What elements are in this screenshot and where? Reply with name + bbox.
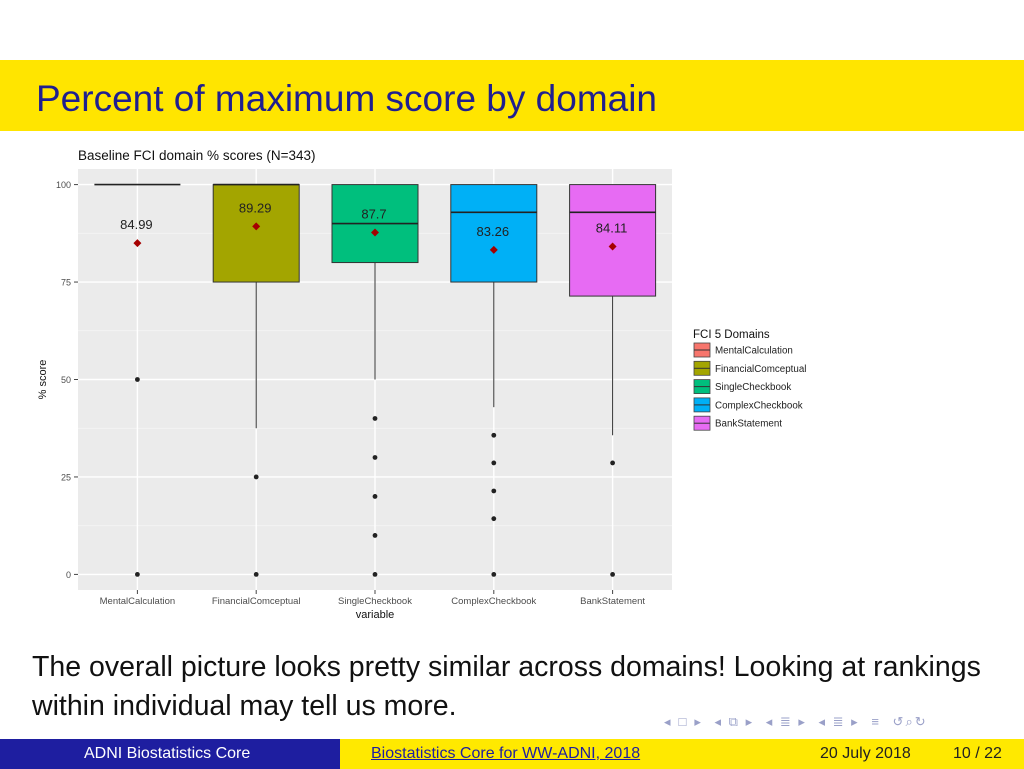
x-tick-label: ComplexCheckbook bbox=[451, 596, 536, 607]
footer-center: Biostatistics Core for WW-ADNI, 2018 bbox=[340, 739, 681, 769]
x-tick-label: MentalCalculation bbox=[100, 596, 176, 607]
mean-label: 84.99 bbox=[120, 217, 153, 232]
boxplot-chart: 0 25 50 75 100 84.99 MentalCalculation 89.29 Fin… bbox=[37, 148, 806, 621]
frame-icon[interactable]: □ bbox=[679, 714, 689, 729]
outlier-point bbox=[610, 572, 615, 577]
outlier-point bbox=[491, 432, 497, 438]
subsection-icon[interactable]: ◂ ≣ ▸ bbox=[766, 714, 807, 729]
mean-label: 84.11 bbox=[596, 221, 628, 236]
footer-right: 20 July 2018 10 / 22 bbox=[681, 739, 1024, 769]
outlier-point bbox=[372, 572, 378, 577]
outlier-point bbox=[491, 488, 497, 494]
section-icon[interactable]: ◂ ≣ ▸ bbox=[819, 714, 860, 729]
legend-label: BankStatement bbox=[715, 419, 782, 430]
footer-date: 20 July 2018 bbox=[820, 745, 911, 762]
chart-title: Baseline FCI domain % scores (N=343) bbox=[78, 148, 315, 163]
x-axis-label: variable bbox=[356, 609, 395, 621]
outlier-point bbox=[135, 377, 140, 382]
footer-left: ADNI Biostatistics Core bbox=[0, 739, 340, 769]
outlier-point bbox=[491, 460, 497, 466]
legend-label: MentalCalculation bbox=[715, 346, 793, 357]
prev-arrow-icon[interactable]: ◂ bbox=[664, 714, 673, 729]
footer: ADNI Biostatistics Core Biostatistics Co… bbox=[0, 739, 1024, 769]
outlier-point bbox=[253, 474, 259, 480]
y-tick-label: 25 bbox=[61, 472, 71, 482]
outlier-point bbox=[491, 572, 497, 577]
x-tick-label: BankStatement bbox=[580, 596, 645, 607]
y-axis-label: % score bbox=[37, 360, 49, 400]
y-tick-label: 100 bbox=[56, 180, 71, 190]
beamer-navigation[interactable]: ◂ □ ▸ ◂ ⧉ ▸ ◂ ≣ ▸ ◂ ≣ ▸ ≡ ↺⌕↻ bbox=[664, 714, 934, 730]
mean-label: 83.26 bbox=[477, 224, 510, 239]
y-tick-label: 50 bbox=[61, 375, 71, 385]
next-arrow-icon[interactable]: ▸ bbox=[694, 714, 703, 729]
legend-title: FCI 5 Domains bbox=[693, 329, 770, 341]
box-FinancialComceptual bbox=[212, 184, 300, 283]
legend-label: FinancialComceptual bbox=[715, 364, 806, 375]
mean-label: 87.7 bbox=[361, 207, 386, 222]
box-BankStatement bbox=[569, 184, 657, 297]
y-tick-label: 0 bbox=[66, 570, 71, 580]
outlier-point bbox=[372, 455, 378, 460]
outlier-point bbox=[491, 516, 497, 522]
outlier-point bbox=[135, 572, 140, 577]
mean-label: 89.29 bbox=[239, 200, 272, 215]
search-icon[interactable]: ↺⌕↻ bbox=[893, 714, 928, 729]
align-icon[interactable]: ≡ bbox=[871, 714, 881, 729]
outlier-point bbox=[610, 460, 615, 466]
outlier-point bbox=[372, 533, 378, 538]
x-tick-label: FinancialComceptual bbox=[212, 596, 301, 607]
x-tick-label: SingleCheckbook bbox=[338, 596, 412, 607]
legend-label: SingleCheckbook bbox=[715, 382, 791, 393]
legend-label: ComplexCheckbook bbox=[715, 400, 803, 411]
footer-author: ADNI Biostatistics Core bbox=[84, 745, 251, 762]
outlier-point bbox=[253, 572, 259, 577]
footer-title-link[interactable]: Biostatistics Core for WW-ADNI, 2018 bbox=[371, 745, 640, 763]
footer-page-number: 10 / 22 bbox=[953, 745, 1002, 762]
outlier-point bbox=[372, 494, 378, 499]
y-tick-label: 75 bbox=[61, 278, 71, 288]
outlier-point bbox=[372, 416, 378, 421]
prev-frame-icon[interactable]: ◂ ⧉ ▸ bbox=[715, 714, 755, 729]
